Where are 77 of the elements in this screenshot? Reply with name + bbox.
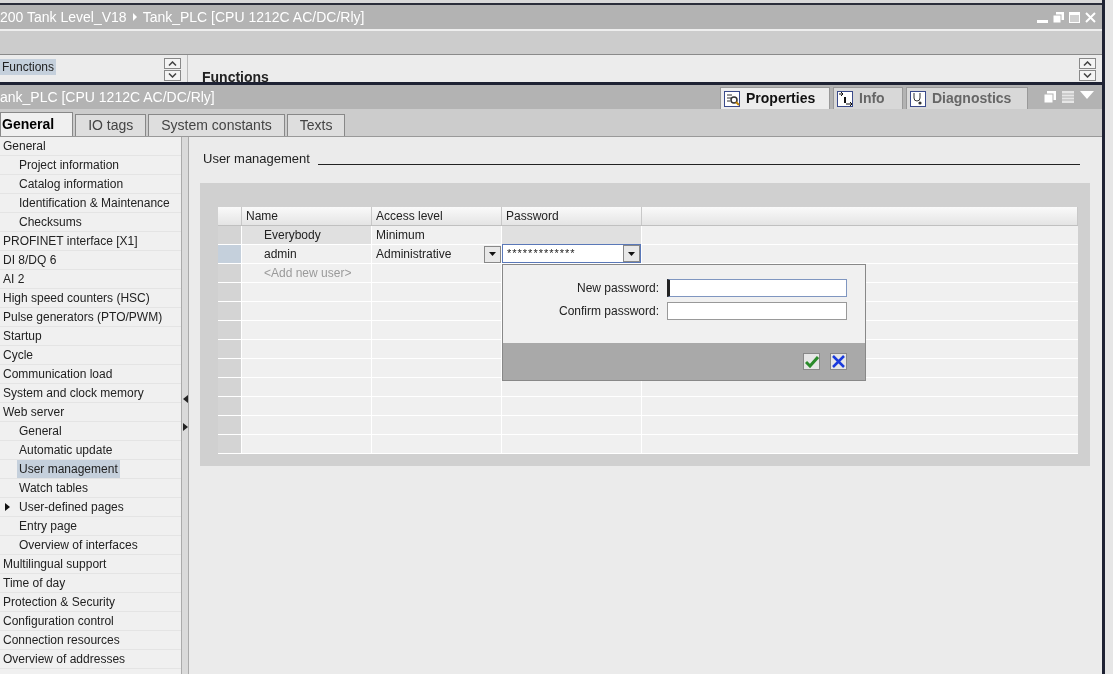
chevron-down-icon [168,73,177,78]
table-cell: admin [242,244,372,263]
tree-item[interactable]: Entry page [17,517,80,535]
magnifier-icon [724,90,740,107]
tree-item[interactable]: Checksums [17,213,84,231]
field-label: New password: [576,279,659,297]
tree-item[interactable]: Configuration control [1,612,116,630]
info-icon [837,90,853,107]
password-field[interactable]: ************* [502,244,641,263]
scroll-up-button[interactable] [1079,58,1096,69]
column-header: Name [242,206,372,225]
tree-item[interactable]: Pulse generators (PTO/PWM) [1,308,165,326]
tree-item[interactable]: Multilingual support [1,555,109,573]
float-window-icon[interactable] [1044,91,1056,103]
list-item[interactable]: Functions [0,59,57,75]
tree-item[interactable]: User management [17,460,120,478]
tree-item[interactable]: Catalog information [17,175,126,193]
tree-item[interactable]: System and clock memory [1,384,146,402]
tree-item[interactable]: Overview of interfaces [17,536,140,554]
inspector-title: ank_PLC [CPU 1212C AC/DC/Rly] [0,87,215,107]
scroll-up-button[interactable] [164,58,181,69]
stethoscope-icon [910,90,926,107]
scroll-down-button[interactable] [1079,70,1096,81]
tree-item[interactable]: Cycle [1,346,35,364]
close-icon[interactable] [1085,11,1096,23]
check-icon [804,354,819,368]
tree-item[interactable]: Project information [17,156,122,174]
tree-item[interactable]: Web server [1,403,67,421]
view-tab[interactable]: Info [833,87,903,109]
caret-icon [489,252,496,256]
tree-item[interactable]: User-defined pages [17,498,126,516]
section-heading: Functions [201,68,269,82]
cross-icon [832,354,845,368]
tab[interactable]: Texts [286,114,346,136]
chevron-down-icon [1083,73,1092,78]
tree-item[interactable]: PROFINET interface [X1] [1,232,140,250]
tab[interactable]: IO tags [75,114,147,136]
tab[interactable]: System constants [148,114,285,136]
table-cell-text: Minimum [376,226,425,244]
expand-icon[interactable] [5,503,10,511]
confirm-button[interactable] [803,352,820,370]
dropdown-button[interactable] [623,245,640,262]
column-header: Access level [372,206,502,225]
tree-item[interactable]: Protection & Security [1,593,118,611]
field-label: Confirm password: [558,302,659,320]
tab[interactable]: General [0,112,74,136]
column-header: Password [502,206,642,225]
view-tab[interactable]: Diagnostics [906,87,1028,109]
caret-icon [628,251,635,256]
tree-item[interactable]: Identification & Maintenance [17,194,172,212]
chevron-icon [132,13,137,21]
tree-item[interactable]: AI 2 [1,270,27,288]
tree-item[interactable]: Watch tables [17,479,90,497]
chevron-up-icon [168,61,177,66]
tree-item[interactable]: Automatic update [17,441,115,459]
section-title: User management [203,150,310,168]
tree-item[interactable]: DI 8/DQ 6 [1,251,59,269]
scroll-down-button[interactable] [164,70,181,81]
tree-item[interactable]: General [17,422,64,440]
table-cell-text: Administrative [376,245,452,263]
cancel-button[interactable] [830,352,847,370]
restore-icon[interactable] [1053,11,1064,23]
dropdown-button[interactable] [484,245,501,263]
tree-item[interactable]: High speed counters (HSC) [1,289,152,307]
tree-item[interactable]: Time of day [1,574,68,592]
tree-item[interactable]: General [1,137,48,155]
password-input[interactable] [667,301,847,320]
tree-item[interactable]: Connection resources [1,631,122,649]
list-icon[interactable] [1062,91,1074,103]
tree-item[interactable]: Startup [1,327,44,345]
chevron-up-icon [1083,61,1092,66]
password-input[interactable] [667,278,847,297]
tree-item[interactable]: Communication load [1,365,115,383]
maximize-icon[interactable] [1069,11,1080,23]
tree-item[interactable]: Overview of addresses [1,650,128,668]
view-tab[interactable]: Properties [720,87,830,109]
dropdown-icon[interactable] [1080,91,1094,100]
